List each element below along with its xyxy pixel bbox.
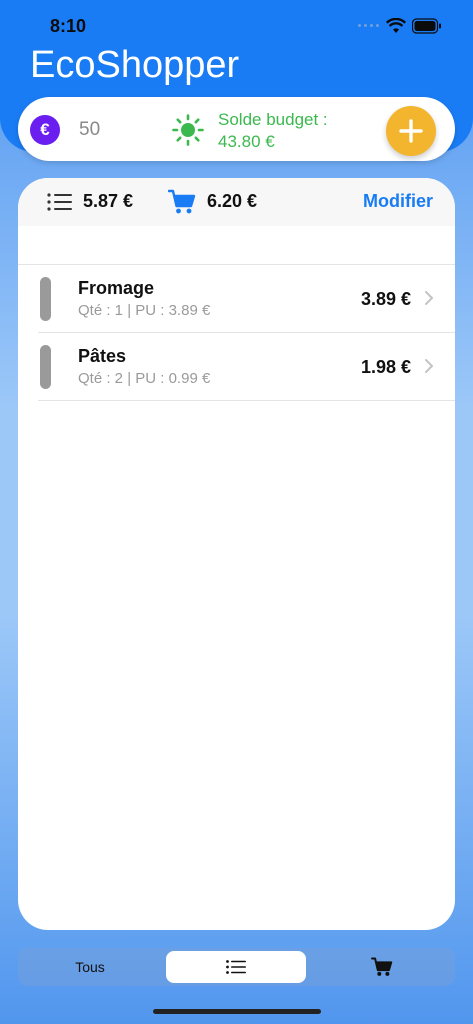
item-name: Fromage	[78, 278, 155, 298]
item-detail: Qté : 2 | PU : 0.99 €	[78, 370, 211, 387]
tab-all[interactable]: Tous	[20, 951, 160, 983]
chevron-right-icon	[425, 359, 433, 373]
tab-list[interactable]	[166, 951, 306, 983]
list-total: 5.87 €	[83, 191, 134, 211]
home-indicator	[153, 1009, 321, 1014]
cart-total: 6.20 €	[207, 191, 258, 211]
item-name: Pâtes	[78, 346, 127, 366]
list-item-fromage[interactable]: Fromage Qté : 1 | PU : 3.89 € 3.89 €	[18, 265, 455, 333]
shopping-list-card: 5.87 € 6.20 € Modifier Fromage Qté : 1 |…	[18, 178, 455, 930]
budget-card: € 50 Solde budget : 43.80 €	[18, 97, 455, 161]
battery-icon	[412, 18, 441, 34]
euro-icon: €	[30, 115, 60, 145]
list-icon	[47, 193, 72, 211]
tab-cart[interactable]	[312, 951, 452, 983]
drag-handle[interactable]	[40, 345, 51, 389]
status-time: 8:10	[50, 16, 87, 36]
drag-handle[interactable]	[40, 277, 51, 321]
cart-icon	[168, 189, 196, 214]
list-icon	[226, 960, 246, 974]
chevron-right-icon	[425, 291, 433, 305]
plus-icon	[399, 119, 423, 143]
add-item-button[interactable]	[386, 106, 436, 156]
budget-value[interactable]: 50	[79, 119, 100, 141]
segmented-tab-bar: Tous	[18, 948, 455, 986]
cart-icon	[371, 957, 393, 976]
edit-button[interactable]: Modifier	[363, 191, 433, 212]
balance-value: 43.80 €	[218, 132, 275, 151]
item-detail: Qté : 1 | PU : 3.89 €	[78, 302, 211, 319]
item-price: 1.98 €	[360, 357, 411, 377]
wifi-icon	[386, 18, 406, 33]
cellular-dots-icon	[358, 24, 379, 27]
app-title: EcoShopper	[30, 44, 240, 86]
list-toolbar: 5.87 € 6.20 € Modifier	[18, 178, 455, 226]
sun-icon	[172, 114, 204, 146]
row-separator	[38, 400, 455, 401]
list-item-pates[interactable]: Pâtes Qté : 2 | PU : 0.99 € 1.98 €	[18, 333, 455, 401]
balance-label: Solde budget :	[218, 110, 328, 129]
item-price: 3.89 €	[360, 289, 411, 309]
